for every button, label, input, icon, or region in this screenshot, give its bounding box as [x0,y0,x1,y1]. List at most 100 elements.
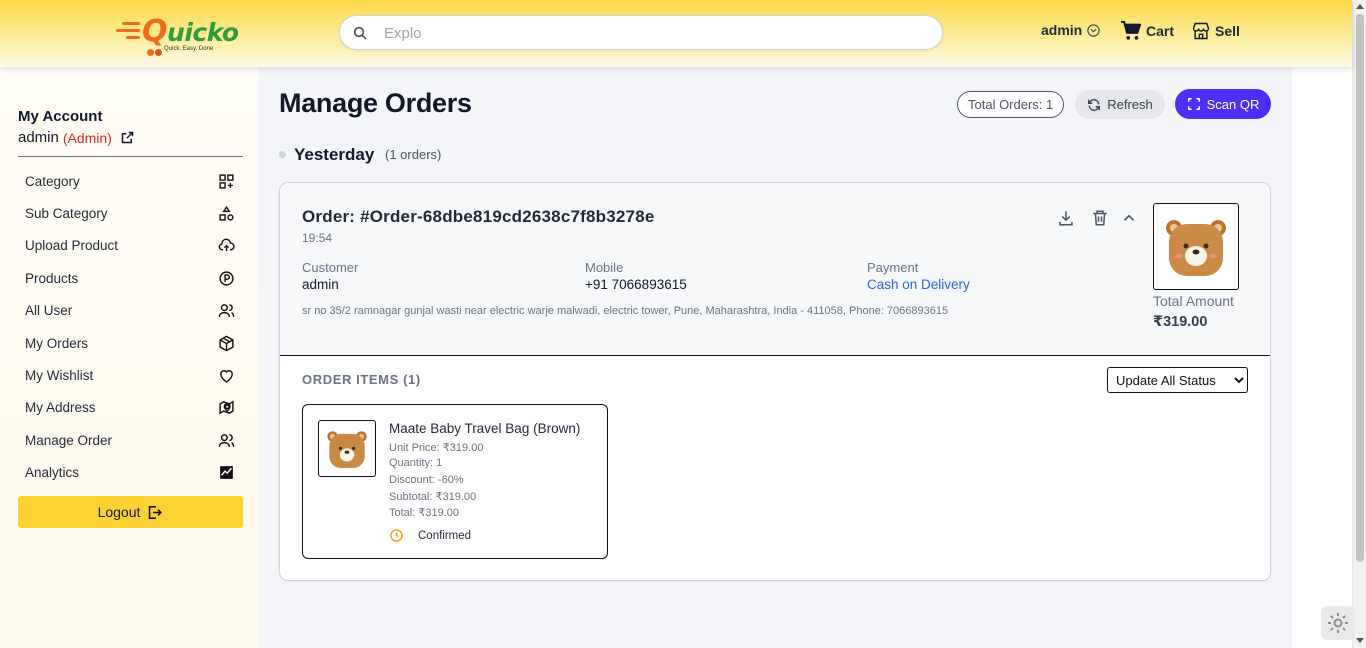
refresh-button[interactable]: Refresh [1075,90,1165,119]
product-circle-icon [219,271,234,286]
customer-label: Customer [302,260,359,275]
customer-value: admin [302,277,339,292]
sidebar-item-my-wishlist[interactable]: My Wishlist [18,359,243,391]
sidebar-item-label: My Orders [25,335,89,351]
total-orders-badge: Total Orders: 1 [957,91,1065,118]
chart-icon [220,466,233,480]
account-title: My Account [18,108,103,125]
scroll-up-arrow[interactable] [1356,4,1364,9]
payment-label: Payment [867,260,919,275]
logout-label: Logout [97,504,141,520]
item-subtotal: Subtotal: ₹319.00 [389,491,477,503]
bear-bag-image [1166,219,1226,276]
total-amount-label: Total Amount [1153,293,1234,309]
sell-label: Sell [1215,23,1240,39]
sidebar-item-label: My Wishlist [25,368,94,384]
shipping-address: sr no 35/2 ramnagar gunjal wasti near el… [302,305,949,317]
sidebar-item-label: All User [25,303,73,319]
cart-link[interactable]: Cart [1120,21,1174,41]
group-bullet [279,151,286,158]
cart-icon [1121,21,1142,40]
sidebar-item-analytics[interactable]: Analytics [18,457,243,489]
item-name: Maate Baby Travel Bag (Brown) [389,421,581,436]
bear-bag-image [327,430,367,468]
item-status: Confirmed [389,528,471,543]
sidebar-item-sub-category[interactable]: Sub Category [18,197,243,229]
order-items-heading: ORDER ITEMS (1) [302,372,421,387]
sidebar-item-manage-order[interactable]: Manage Order [18,424,243,456]
account-divider [18,156,243,157]
users-icon [218,304,235,318]
sidebar-item-my-orders[interactable]: My Orders [18,327,243,359]
mobile-value: +91 7066893615 [585,277,687,292]
scroll-thumb[interactable] [1356,14,1364,562]
scan-qr-button[interactable]: Scan QR [1175,89,1271,119]
total-amount-value: ₹319.00 [1153,314,1208,330]
sidebar-menu: Category Sub Category Upload Product Pro… [18,165,243,489]
sidebar-item-all-user[interactable]: All User [18,295,243,327]
sidebar-item-label: Analytics [25,465,80,481]
users-icon [218,433,235,447]
heart-icon [220,370,233,383]
category-grid-icon [219,174,234,189]
search-input[interactable] [384,22,924,44]
sidebar-item-upload-product[interactable]: Upload Product [18,230,243,262]
map-pin-icon [219,401,234,415]
scan-icon [1187,98,1200,110]
account-sidebar: My Account admin (Admin) Category Sub Ca… [0,67,258,648]
chevron-down-icon [1087,23,1100,37]
item-quantity: Quantity: 1 [389,457,443,469]
order-item-card: Maate Baby Travel Bag (Brown) Unit Price… [302,404,608,559]
item-product-image [318,420,376,477]
trash-icon[interactable] [1091,209,1109,227]
store-icon [1192,22,1210,40]
page-scrollbar[interactable] [1352,0,1366,648]
item-unit-price: Unit Price: ₹319.00 [389,442,484,454]
scan-qr-label: Scan QR [1206,96,1260,112]
sidebar-item-my-address[interactable]: My Address [18,392,243,424]
sidebar-item-label: Products [25,270,79,286]
order-time: 19:54 [302,231,333,245]
user-menu-label: admin [1041,22,1083,38]
search-bar[interactable] [339,15,943,50]
sidebar-item-category[interactable]: Category [18,165,243,197]
external-link-icon[interactable] [120,130,135,145]
account-role: (Admin) [62,129,112,146]
quicko-logo[interactable]: Quicko Quick. Easy. Done [116,12,241,57]
refresh-label: Refresh [1107,97,1153,112]
order-product-image [1153,203,1239,290]
cart-label: Cart [1146,23,1175,39]
sidebar-item-products[interactable]: Products [18,262,243,294]
sidebar-item-label: Sub Category [25,206,108,222]
gear-icon [1328,613,1348,633]
page-title: Manage Orders [279,88,472,118]
item-discount: Discount: -60% [389,474,464,486]
group-order-count: (1 orders) [385,147,442,162]
download-icon[interactable] [1057,209,1075,227]
logo-dots [147,43,163,61]
main-content: Manage Orders Total Orders: 1 Refresh Sc… [258,67,1292,648]
sidebar-item-label: My Address [25,400,96,416]
order-id: Order: #Order-68dbe819cd2638c7f8b3278e [302,207,655,226]
sidebar-item-label: Category [25,173,80,189]
shapes-icon [219,205,234,221]
order-summary: Order: #Order-68dbe819cd2638c7f8b3278e 1… [280,183,1270,356]
logout-icon [149,505,163,519]
settings-floating-button[interactable] [1321,606,1355,640]
sidebar-item-label: Upload Product [25,238,119,254]
account-username: admin [18,129,59,146]
logo-speed-lines [116,22,140,43]
package-icon [219,335,234,352]
chevron-up-icon[interactable] [1120,209,1138,227]
scroll-down-arrow[interactable] [1356,638,1364,643]
account-user: admin (Admin) [18,129,135,146]
user-menu[interactable]: admin [1041,22,1101,38]
refresh-icon [1088,98,1101,111]
clock-icon [390,529,403,542]
sell-link[interactable]: Sell [1191,21,1240,41]
payment-value: Cash on Delivery [867,277,970,292]
logout-button[interactable]: Logout [18,496,243,528]
update-all-status-select[interactable]: Update All Status [1107,367,1248,393]
search-icon [353,26,367,40]
sidebar-item-label: Manage Order [25,432,113,448]
